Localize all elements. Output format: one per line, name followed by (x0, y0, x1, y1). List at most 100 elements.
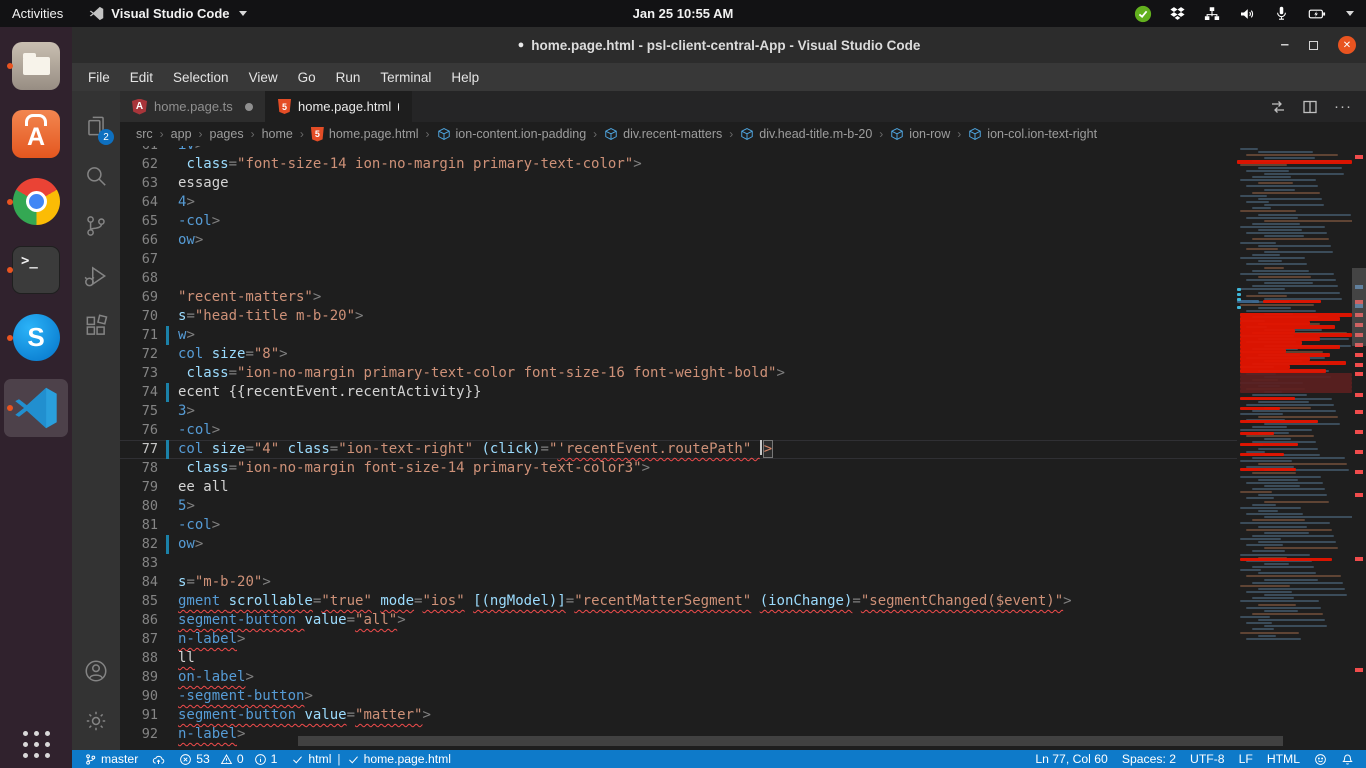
breadcrumb-item[interactable]: ion-col.ion-text-right (968, 127, 1097, 141)
code-lines[interactable]: 61iv>62 class="font-size-14 ion-no-margi… (120, 146, 1237, 744)
system-tray[interactable] (1134, 5, 1366, 23)
code-line-83[interactable]: 83 (120, 554, 1237, 573)
language-mode[interactable]: HTML (1267, 752, 1300, 766)
code-line-91[interactable]: 91segment-button value="matter"> (120, 706, 1237, 725)
extensions-icon[interactable] (72, 301, 120, 351)
modified-dot-icon[interactable] (398, 103, 399, 111)
activities-button[interactable]: Activities (12, 6, 63, 21)
source-control-icon[interactable] (72, 201, 120, 251)
running-indicator (7, 267, 13, 273)
account-icon[interactable] (72, 646, 120, 696)
code-line-87[interactable]: 87n-label> (120, 630, 1237, 649)
breadcrumb-item[interactable]: 5home.page.html (311, 127, 419, 142)
code-line-62[interactable]: 62 class="font-size-14 ion-no-margin pri… (120, 155, 1237, 174)
breadcrumb-item[interactable]: pages (210, 127, 244, 141)
menu-item-view[interactable]: View (239, 67, 288, 88)
code-line-85[interactable]: 85gment scrollable="true" mode="ios" [(n… (120, 592, 1237, 611)
code-line-71[interactable]: 71w> (120, 326, 1237, 345)
git-branch-status[interactable]: master (84, 752, 138, 766)
sync-publish-button[interactable] (152, 753, 165, 766)
dock-item-vscode[interactable] (4, 379, 68, 437)
split-editor-icon[interactable] (1302, 99, 1318, 115)
code-line-73[interactable]: 73 class="ion-no-margin primary-text-col… (120, 364, 1237, 383)
search-icon[interactable] (72, 151, 120, 201)
breadcrumb-item[interactable]: home (262, 127, 293, 141)
menu-item-terminal[interactable]: Terminal (370, 67, 441, 88)
menu-item-help[interactable]: Help (441, 67, 489, 88)
code-line-68[interactable]: 68 (120, 269, 1237, 288)
breadcrumb-item[interactable]: ion-row (890, 127, 950, 141)
dock-item-skype[interactable]: S (4, 311, 68, 364)
code-line-88[interactable]: 88ll (120, 649, 1237, 668)
linter-status[interactable]: html | home.page.html (291, 752, 451, 766)
breadcrumb-item[interactable]: div.recent-matters (604, 127, 722, 141)
cursor-position[interactable]: Ln 77, Col 60 (1035, 752, 1108, 766)
code-line-89[interactable]: 89on-label> (120, 668, 1237, 687)
code-line-74[interactable]: 74ecent {{recentEvent.recentActivity}} (120, 383, 1237, 402)
more-actions-icon[interactable]: ··· (1334, 102, 1352, 112)
code-line-76[interactable]: 76-col> (120, 421, 1237, 440)
problems-status[interactable]: 53 0 1 (179, 752, 277, 766)
encoding-status[interactable]: UTF-8 (1190, 752, 1225, 766)
code-line-63[interactable]: 63essage (120, 174, 1237, 193)
close-button[interactable]: ✕ (1338, 36, 1356, 54)
symbol-cube-icon (968, 127, 982, 141)
run-debug-icon[interactable] (72, 251, 120, 301)
dock-item-chrome[interactable] (4, 175, 68, 228)
code-line-82[interactable]: 82ow> (120, 535, 1237, 554)
menu-item-selection[interactable]: Selection (163, 67, 239, 88)
code-line-65[interactable]: 65-col> (120, 212, 1237, 231)
dock-item-ubuntu-software[interactable]: A (4, 107, 68, 160)
dock-item-files[interactable] (4, 39, 68, 92)
modified-gutter-bar (166, 326, 169, 345)
code-line-90[interactable]: 90-segment-button> (120, 687, 1237, 706)
code-line-79[interactable]: 79ee all (120, 478, 1237, 497)
code-line-70[interactable]: 70s="head-title m-b-20"> (120, 307, 1237, 326)
code-line-66[interactable]: 66ow> (120, 231, 1237, 250)
minimize-button[interactable]: – (1281, 40, 1289, 50)
code-line-78[interactable]: 78 class="ion-no-margin font-size-14 pri… (120, 459, 1237, 478)
modified-dot-icon[interactable] (245, 103, 253, 111)
open-changes-icon[interactable] (1270, 99, 1286, 115)
code-line-72[interactable]: 72col size="8"> (120, 345, 1237, 364)
notifications-bell-icon[interactable] (1341, 753, 1354, 766)
vertical-scrollbar-thumb[interactable] (1352, 268, 1366, 346)
explorer-icon[interactable]: 2 (72, 101, 120, 151)
dock-item-terminal[interactable]: >_ (4, 243, 68, 296)
code-line-86[interactable]: 86segment-button value="all"> (120, 611, 1237, 630)
clock[interactable]: Jan 25 10:55 AM (633, 6, 734, 21)
code-line-69[interactable]: 69"recent-matters"> (120, 288, 1237, 307)
code-line-61[interactable]: 61iv> (120, 146, 1237, 155)
line-number: 92 (120, 725, 158, 744)
code-line-67[interactable]: 67 (120, 250, 1237, 269)
indentation-status[interactable]: Spaces: 2 (1122, 752, 1176, 766)
minimap[interactable] (1237, 146, 1352, 750)
settings-gear-icon[interactable] (72, 696, 120, 746)
breadcrumb-item[interactable]: src (136, 127, 153, 141)
code-editor[interactable]: 61iv>62 class="font-size-14 ion-no-margi… (120, 146, 1366, 750)
code-line-84[interactable]: 84s="m-b-20"> (120, 573, 1237, 592)
symbol-cube-icon (740, 127, 754, 141)
code-line-81[interactable]: 81-col> (120, 516, 1237, 535)
feedback-icon[interactable] (1314, 753, 1327, 766)
code-line-64[interactable]: 644> (120, 193, 1237, 212)
breadcrumb-item[interactable]: app (171, 127, 192, 141)
code-line-77[interactable]: 77col size="4" class="ion-text-right" (c… (120, 440, 1237, 459)
breadcrumb-item[interactable]: div.head-title.m-b-20 (740, 127, 872, 141)
menu-item-edit[interactable]: Edit (120, 67, 163, 88)
menu-item-run[interactable]: Run (326, 67, 371, 88)
breadcrumb-item[interactable]: ion-content.ion-padding (437, 127, 587, 141)
code-line-80[interactable]: 805> (120, 497, 1237, 516)
title-bar[interactable]: ● home.page.html - psl-client-central-Ap… (72, 27, 1366, 63)
menu-item-go[interactable]: Go (288, 67, 326, 88)
menu-item-file[interactable]: File (78, 67, 120, 88)
tab-home-page-html[interactable]: 5 home.page.html (266, 91, 412, 122)
maximize-button[interactable] (1309, 41, 1318, 50)
horizontal-scrollbar-thumb[interactable] (298, 736, 1283, 746)
show-applications-button[interactable] (23, 731, 50, 758)
code-line-75[interactable]: 753> (120, 402, 1237, 421)
app-menu-button[interactable]: Visual Studio Code (89, 6, 246, 21)
eol-status[interactable]: LF (1239, 752, 1253, 766)
tab-home-page-ts[interactable]: A home.page.ts (120, 91, 266, 122)
breadcrumb-separator: › (251, 127, 255, 141)
